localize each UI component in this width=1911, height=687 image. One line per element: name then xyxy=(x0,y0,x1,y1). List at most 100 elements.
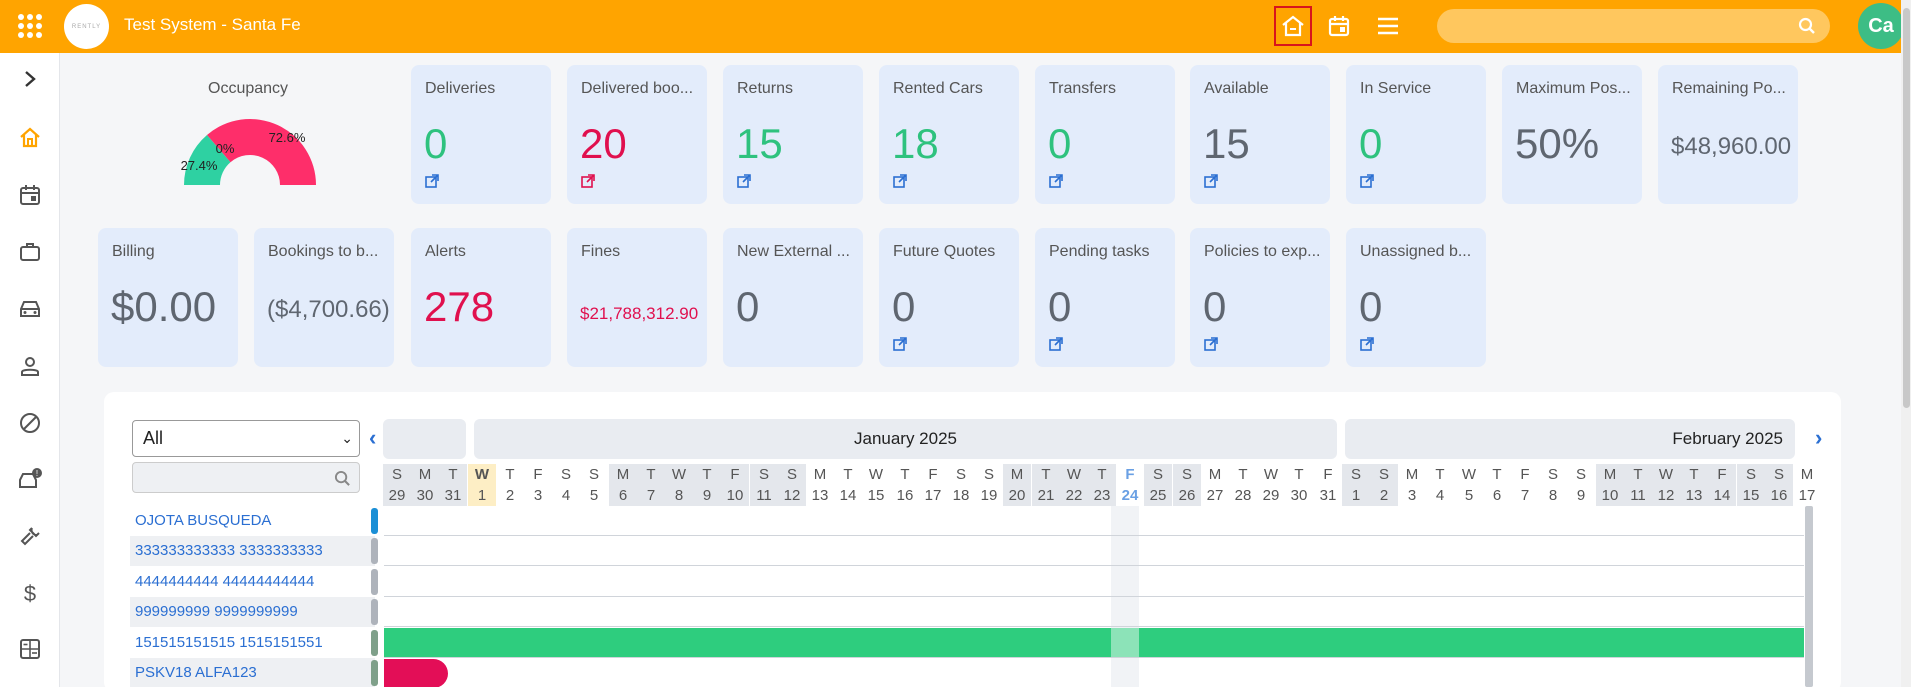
vehicle-row-label[interactable]: PSKV18 ALFA123 xyxy=(135,664,257,681)
weekday-letter: T xyxy=(505,466,515,483)
weekday-letter: F xyxy=(1323,466,1333,483)
home-nav-icon[interactable] xyxy=(14,122,46,154)
calendar-day-header: S4 xyxy=(552,464,580,506)
weekday-letter: W xyxy=(868,466,884,483)
metric-value: 50% xyxy=(1515,120,1600,167)
calendar-day-header: T6 xyxy=(1483,464,1511,506)
metric-card: Maximum Pos... 50% xyxy=(1502,65,1642,204)
weekday-letter: M xyxy=(813,466,827,483)
metric-card[interactable]: In Service 0 xyxy=(1346,65,1486,204)
home-icon[interactable] xyxy=(1274,6,1312,46)
calendar-prev-arrow-icon[interactable]: ‹ xyxy=(369,425,376,451)
day-number: 13 xyxy=(811,487,829,504)
vehicle-row-label[interactable]: 151515151515 1515151551 xyxy=(135,634,323,651)
metric-card[interactable]: Transfers 0 xyxy=(1035,65,1175,204)
metric-label: Pending tasks xyxy=(1049,243,1150,260)
metric-card[interactable]: Rented Cars 18 xyxy=(879,65,1019,204)
metric-card[interactable]: Returns 15 xyxy=(723,65,863,204)
calendar-icon[interactable] xyxy=(1320,6,1358,46)
calendar-day-header: T 31 xyxy=(439,464,467,506)
day-number: 16 xyxy=(1770,487,1788,504)
weekday-letter: F xyxy=(533,466,543,483)
metric-card[interactable]: Future Quotes 0 xyxy=(879,228,1019,367)
chevron-down-icon: ⌄ xyxy=(341,430,353,446)
vehicle-row-label[interactable]: 4444444444 44444444444 xyxy=(135,573,314,590)
row-status-tag xyxy=(371,508,378,534)
day-number: 10 xyxy=(726,487,744,504)
expand-sidebar-icon[interactable] xyxy=(14,63,46,95)
day-number: 15 xyxy=(1742,487,1760,504)
car-alert-icon[interactable]: ! xyxy=(14,463,46,495)
blocked-icon[interactable] xyxy=(14,407,46,439)
menu-icon[interactable] xyxy=(1369,6,1407,46)
vehicle-row-label[interactable]: 333333333333 3333333333 xyxy=(135,542,323,559)
car-icon[interactable] xyxy=(14,293,46,325)
booking-bar[interactable] xyxy=(384,628,1804,657)
day-number: 27 xyxy=(1206,487,1224,504)
day-number: 2 xyxy=(1379,487,1389,504)
month-header-next: February 2025 xyxy=(1345,419,1795,459)
search-icon xyxy=(1798,17,1816,40)
day-number: 17 xyxy=(924,487,942,504)
apps-grid-icon[interactable] xyxy=(18,14,42,38)
category-filter-select[interactable]: All ⌄ xyxy=(132,420,360,457)
global-search-input[interactable] xyxy=(1437,9,1830,43)
calendar-day-header: T 23 xyxy=(1088,464,1116,506)
weekday-letter: T xyxy=(1097,466,1107,483)
weekday-letter: T xyxy=(1492,466,1502,483)
metric-label: Unassigned b... xyxy=(1360,243,1472,260)
day-number: 7 xyxy=(646,487,656,504)
day-number: 23 xyxy=(1093,487,1111,504)
metric-label: Transfers xyxy=(1049,80,1116,97)
metric-value: 0 xyxy=(1359,120,1383,167)
user-avatar[interactable]: Ca xyxy=(1858,3,1904,49)
weekday-letter: S xyxy=(1745,466,1756,483)
calendar-day-header: T 28 xyxy=(1229,464,1257,506)
calendar-day-header: S9 xyxy=(1567,464,1595,506)
metric-card[interactable]: Available 15 xyxy=(1190,65,1330,204)
day-number: 14 xyxy=(1713,487,1731,504)
calculator-icon[interactable] xyxy=(14,633,46,665)
day-number: 21 xyxy=(1037,487,1055,504)
row-status-tag xyxy=(371,569,378,595)
weekday-letter: T xyxy=(843,466,853,483)
calendar-day-header: F 14 xyxy=(1708,464,1736,506)
user-icon[interactable] xyxy=(14,350,46,382)
metric-card[interactable]: Policies to exp... 0 xyxy=(1190,228,1330,367)
occupancy-title: Occupancy xyxy=(208,80,289,97)
calendar-scrollbar[interactable] xyxy=(1805,506,1813,687)
weekday-letter: M xyxy=(1208,466,1222,483)
calendar-day-header: S5 xyxy=(580,464,608,506)
briefcase-icon[interactable] xyxy=(14,236,46,268)
weekday-letter: T xyxy=(1238,466,1248,483)
dollar-icon[interactable]: $ xyxy=(14,577,46,609)
metric-label: Fines xyxy=(581,243,621,260)
day-number: 30 xyxy=(416,487,434,504)
page-scrollbar[interactable] xyxy=(1901,0,1911,687)
row-divider xyxy=(384,535,1804,536)
booking-bar[interactable] xyxy=(384,659,448,687)
weekday-letter: S xyxy=(955,466,966,483)
metric-card[interactable]: Delivered boo... 20 xyxy=(567,65,707,204)
weekday-letter: M xyxy=(1405,466,1419,483)
calendar-next-arrow-icon[interactable]: › xyxy=(1815,425,1822,451)
metric-card[interactable]: Unassigned b... 0 xyxy=(1346,228,1486,367)
calendar-nav-icon[interactable] xyxy=(14,179,46,211)
calendar-search-input[interactable] xyxy=(132,462,360,493)
occupancy-gauge: 72.6% 27.4% 0% xyxy=(181,119,316,185)
weekday-letter: T xyxy=(1294,466,1304,483)
vehicle-row-label[interactable]: OJOTA BUSQUEDA xyxy=(135,512,271,529)
metric-label: Future Quotes xyxy=(893,243,996,260)
calendar-day-header: F3 xyxy=(524,464,552,506)
wrench-icon[interactable] xyxy=(14,520,46,552)
metric-card[interactable]: Deliveries 0 xyxy=(411,65,551,204)
metric-card[interactable]: Pending tasks 0 xyxy=(1035,228,1175,367)
metric-value: 0 xyxy=(1359,283,1383,330)
day-number: 28 xyxy=(1234,487,1252,504)
metric-card: Fines $21,788,312.90 xyxy=(567,228,707,367)
calendar-day-header: S2 xyxy=(1370,464,1398,506)
metric-card: Alerts 278 xyxy=(411,228,551,367)
day-number: 6 xyxy=(1492,487,1502,504)
day-number: 7 xyxy=(1520,487,1530,504)
vehicle-row-label[interactable]: 999999999 9999999999 xyxy=(135,603,298,620)
